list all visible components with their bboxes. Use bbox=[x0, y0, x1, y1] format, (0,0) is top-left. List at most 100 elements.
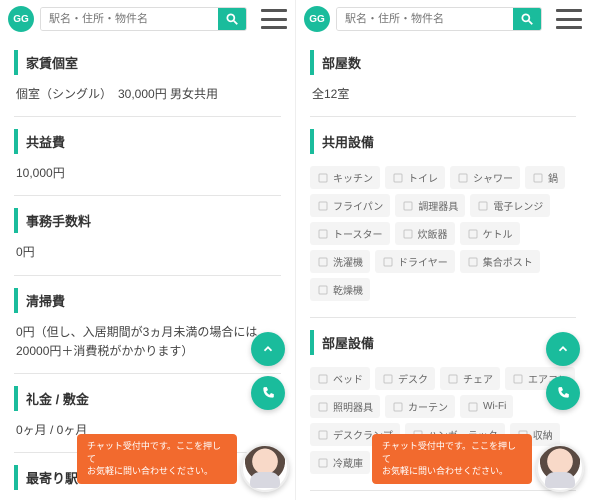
phone-button[interactable] bbox=[546, 376, 580, 410]
logo[interactable]: GG bbox=[304, 6, 330, 32]
amenity-icon bbox=[382, 256, 394, 268]
section-body: 0円 bbox=[14, 243, 281, 266]
amenity-label: ベッド bbox=[333, 371, 363, 386]
amenity-icon bbox=[402, 228, 414, 240]
amenity-label: 乾燥機 bbox=[333, 282, 363, 297]
amenity-chip: デスク bbox=[375, 367, 435, 390]
amenity-icon bbox=[447, 373, 459, 385]
amenity-label: 照明器具 bbox=[333, 399, 373, 414]
scroll-top-button[interactable] bbox=[546, 332, 580, 366]
amenity-label: 調理器具 bbox=[418, 198, 458, 213]
right-content: 部屋数 全12室 共用設備 キッチントイレシャワー鍋フライパン調理器具電子レンジ… bbox=[296, 50, 590, 500]
amenity-icon bbox=[317, 429, 329, 441]
search-wrap bbox=[40, 7, 247, 31]
search-button[interactable] bbox=[513, 8, 541, 30]
phone-button[interactable] bbox=[251, 376, 285, 410]
chevron-up-icon bbox=[261, 342, 275, 356]
amenity-chip: シャワー bbox=[450, 166, 520, 189]
divider bbox=[14, 275, 281, 276]
logo[interactable]: GG bbox=[8, 6, 34, 32]
chevron-up-icon bbox=[556, 342, 570, 356]
amenity-label: キッチン bbox=[333, 170, 373, 185]
amenity-chip: 集合ポスト bbox=[460, 250, 540, 273]
fab-column bbox=[546, 332, 580, 410]
amenity-icon bbox=[317, 284, 329, 296]
amenity-chip: トイレ bbox=[385, 166, 445, 189]
amenity-icon bbox=[317, 228, 329, 240]
amenity-label: ケトル bbox=[483, 226, 513, 241]
amenity-icon bbox=[467, 256, 479, 268]
right-pane: GG 部屋数 全12室 共用設備 キッチントイレシャワー鍋フライパン調理器具電子… bbox=[295, 0, 590, 500]
shared-chips: キッチン トイレ シャワー鍋フライパン 調理器具 電子レンジトースター 炊飯器 ケトル洗濯機… bbox=[310, 164, 576, 309]
section-title: 事務手数料 bbox=[14, 208, 281, 233]
amenity-chip: 炊飯器 bbox=[395, 222, 455, 245]
amenity-label: シャワー bbox=[473, 170, 513, 185]
section-title: 共益費 bbox=[14, 129, 281, 154]
amenity-chip: トースター bbox=[310, 222, 390, 245]
section-body: 0円（但し、入居期間が3ヵ月未満の場合には20000円＋消費税がかかります） bbox=[14, 323, 281, 365]
chat-bubble[interactable]: チャット受付中です。ここを押して お気軽に問い合わせください。 bbox=[372, 434, 532, 484]
amenity-icon bbox=[512, 373, 524, 385]
chat-line2: お気軽に問い合わせください。 bbox=[382, 465, 522, 478]
chat-line1: チャット受付中です。ここを押して bbox=[87, 440, 227, 465]
amenity-icon bbox=[467, 401, 479, 413]
search-icon bbox=[520, 12, 534, 26]
amenity-label: Wi-Fi bbox=[483, 401, 506, 412]
amenity-chip: 鍋 bbox=[525, 166, 565, 189]
section-title: 家賃個室 bbox=[14, 50, 281, 75]
amenity-chip: ベッド bbox=[310, 367, 370, 390]
amenity-label: カーテン bbox=[408, 399, 448, 414]
amenity-icon bbox=[317, 373, 329, 385]
amenity-chip: 乾燥機 bbox=[310, 278, 370, 301]
support-avatar[interactable] bbox=[241, 444, 289, 492]
amenity-label: 収納 bbox=[533, 427, 553, 442]
amenity-chip: ドライヤー bbox=[375, 250, 455, 273]
section-body: 全12室 bbox=[310, 85, 576, 108]
divider bbox=[310, 317, 576, 318]
amenity-label: 電子レンジ bbox=[493, 198, 543, 213]
search-wrap bbox=[336, 7, 542, 31]
divider bbox=[310, 116, 576, 117]
search-input[interactable] bbox=[337, 8, 513, 30]
amenity-chip: チェア bbox=[440, 367, 500, 390]
divider bbox=[14, 116, 281, 117]
search-icon bbox=[225, 12, 239, 26]
phone-icon bbox=[556, 386, 570, 400]
amenity-chip: キッチン bbox=[310, 166, 380, 189]
menu-button[interactable] bbox=[556, 9, 582, 29]
left-content: 家賃個室 個室（シングル） 30,000円 男女共用 共益費 10,000円 事… bbox=[0, 50, 295, 500]
amenity-label: ドライヤー bbox=[398, 254, 448, 269]
amenity-icon bbox=[317, 457, 329, 469]
left-pane: GG 家賃個室 個室（シングル） 30,000円 男女共用 共益費 10,000… bbox=[0, 0, 295, 500]
amenity-icon bbox=[467, 228, 479, 240]
section-title: 礼金 / 敷金 bbox=[14, 386, 281, 411]
amenity-label: トイレ bbox=[408, 170, 438, 185]
amenity-chip: 電子レンジ bbox=[470, 194, 550, 217]
amenity-icon bbox=[317, 172, 329, 184]
search-button[interactable] bbox=[218, 8, 246, 30]
section-title: 清掃費 bbox=[14, 288, 281, 313]
amenity-icon bbox=[392, 172, 404, 184]
divider bbox=[14, 195, 281, 196]
amenity-icon bbox=[317, 200, 329, 212]
divider bbox=[310, 490, 576, 491]
support-avatar[interactable] bbox=[536, 444, 584, 492]
amenity-label: フライパン bbox=[333, 198, 383, 213]
chat-bubble[interactable]: チャット受付中です。ここを押して お気軽に問い合わせください。 bbox=[77, 434, 237, 484]
amenity-chip: 照明器具 bbox=[310, 395, 380, 418]
amenity-icon bbox=[477, 200, 489, 212]
amenity-label: トースター bbox=[333, 226, 383, 241]
amenity-icon bbox=[317, 401, 329, 413]
amenity-chip: 洗濯機 bbox=[310, 250, 370, 273]
amenity-chip: 冷蔵庫 bbox=[310, 451, 370, 474]
search-input[interactable] bbox=[41, 8, 218, 30]
section-body: 個室（シングル） 30,000円 男女共用 bbox=[14, 85, 281, 108]
amenity-label: 冷蔵庫 bbox=[333, 455, 363, 470]
amenity-icon bbox=[457, 172, 469, 184]
header: GG bbox=[0, 0, 295, 38]
amenity-label: 炊飯器 bbox=[418, 226, 448, 241]
amenity-chip: ケトル bbox=[460, 222, 520, 245]
menu-button[interactable] bbox=[261, 9, 287, 29]
amenity-label: 洗濯機 bbox=[333, 254, 363, 269]
scroll-top-button[interactable] bbox=[251, 332, 285, 366]
